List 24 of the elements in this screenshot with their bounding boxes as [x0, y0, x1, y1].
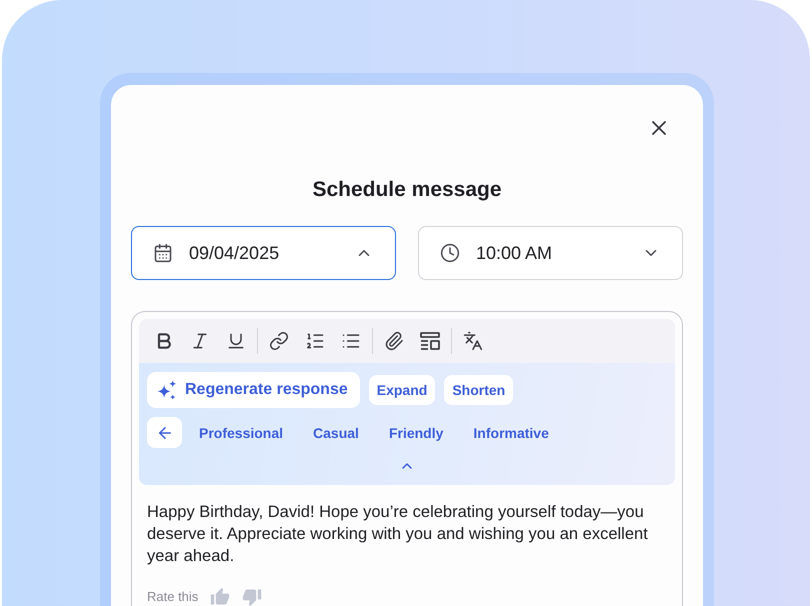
- numbered-list-icon[interactable]: [305, 331, 325, 351]
- tone-option[interactable]: Casual: [300, 417, 372, 448]
- calendar-icon: [153, 243, 173, 263]
- message-text: Happy Birthday, David! Hope you’re celebrating yourself today—you deserve it. Appreciate working with you and wishing you an excellent year ahead.: [146, 502, 649, 567]
- translate-icon[interactable]: [463, 331, 483, 351]
- dialog-title: Schedule message: [311, 177, 503, 203]
- rate-label: Rate this: [147, 588, 198, 606]
- underline-icon[interactable]: [226, 331, 246, 351]
- time-field[interactable]: 10:00 AM: [418, 226, 683, 280]
- regenerate-button[interactable]: Regenerate response: [147, 372, 360, 408]
- template-icon[interactable]: [420, 331, 440, 351]
- thumbs-down-icon[interactable]: [242, 587, 262, 606]
- back-button[interactable]: [147, 417, 182, 448]
- tone-option[interactable]: Professional: [186, 417, 296, 448]
- tone-option[interactable]: Friendly: [376, 417, 456, 448]
- paperclip-icon[interactable]: [384, 331, 404, 351]
- action-chip[interactable]: Expand: [368, 375, 436, 405]
- link-icon[interactable]: [269, 331, 289, 351]
- date-field[interactable]: 09/04/2025: [131, 226, 396, 280]
- sparkle-icon: [157, 380, 177, 400]
- thumbs-up-icon[interactable]: [210, 587, 230, 606]
- tone-option[interactable]: Informative: [460, 417, 562, 448]
- clock-icon: [440, 243, 460, 263]
- action-chip[interactable]: Shorten: [444, 375, 514, 405]
